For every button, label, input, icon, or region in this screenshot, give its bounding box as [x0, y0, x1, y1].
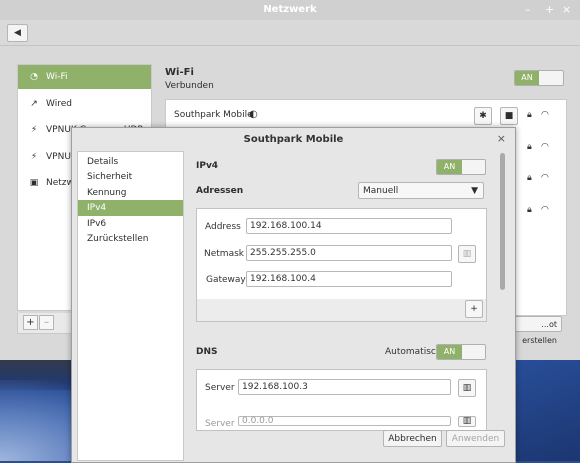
vpn-icon: ⚡ — [30, 152, 38, 162]
lock-icon: 🔒︎ — [527, 173, 532, 183]
add-address-button[interactable]: + — [465, 300, 483, 318]
dialog-scrollbar[interactable] — [499, 151, 507, 421]
stop-icon: ■ — [504, 111, 514, 121]
toggle-on-label: AN — [437, 345, 462, 359]
connection-dialog: Southpark Mobile × Details Sicherheit Ke… — [71, 127, 516, 463]
netmask-input[interactable]: 255.255.255.0 — [246, 245, 452, 261]
vpn-icon: ⚡ — [30, 125, 38, 135]
tools-icon: ✱ — [479, 111, 487, 121]
trash-icon: ▥ — [462, 383, 472, 393]
addresses-method-select[interactable]: Manuell ▼ — [358, 182, 484, 199]
dns-server-label: Server — [205, 383, 235, 393]
dns-server2-input[interactable]: 0.0.0.0 — [238, 416, 451, 426]
tab-identity[interactable]: Kennung — [78, 185, 183, 201]
delete-address-button[interactable]: ▥ — [458, 245, 476, 263]
gateway-input[interactable]: 192.168.100.4 — [246, 271, 452, 287]
dns-server-input[interactable]: 192.168.100.3 — [238, 379, 451, 395]
select-value: Manuell — [363, 186, 399, 196]
addresses-label: Adressen — [196, 186, 244, 196]
wifi-toggle[interactable]: AN — [514, 70, 564, 86]
dns-server2-label: Server — [205, 419, 235, 429]
connecting-spinner-icon: ◐ — [249, 109, 258, 120]
wifi-status: Verbunden — [165, 81, 214, 91]
toggle-on-label: AN — [515, 71, 539, 85]
minimize-button[interactable]: – — [525, 3, 531, 16]
dialog-tab-list: Details Sicherheit Kennung IPv4 IPv6 Zur… — [77, 151, 184, 461]
signal-icon: ◠ — [541, 205, 549, 215]
network-settings-button[interactable]: ✱ — [474, 107, 492, 125]
lock-icon: 🔒︎ — [527, 142, 532, 152]
lock-icon: 🔒︎ — [527, 205, 532, 215]
delete-dns-button[interactable]: ▥ — [458, 379, 476, 397]
sidebar-item-wifi[interactable]: ◔ Wi-Fi — [18, 65, 151, 89]
window-title: Netzwerk — [263, 4, 317, 15]
signal-icon: ◠ — [541, 173, 549, 183]
tab-security[interactable]: Sicherheit — [78, 169, 183, 185]
back-arrow-icon: ◀ — [14, 28, 21, 38]
toggle-on-label: AN — [437, 160, 462, 174]
wifi-icon: ◔ — [30, 72, 38, 82]
dns-auto-toggle[interactable]: AN — [436, 344, 486, 360]
ipv4-heading: IPv4 — [196, 161, 219, 171]
proxy-icon: ▣ — [29, 178, 39, 188]
lock-icon: 🔒︎ — [527, 110, 532, 120]
back-button[interactable]: ◀ — [7, 24, 28, 42]
delete-dns2-button[interactable]: ▥ — [458, 416, 476, 427]
chevron-down-icon: ▼ — [471, 186, 478, 196]
divider — [0, 45, 580, 46]
sidebar-item-label: Wi-Fi — [46, 72, 68, 82]
window-titlebar: Netzwerk – + × — [0, 0, 580, 20]
dns-heading: DNS — [196, 347, 218, 357]
tab-details[interactable]: Details — [78, 154, 183, 170]
signal-icon: ◠ — [541, 110, 549, 120]
wired-icon: ↗ — [30, 99, 38, 109]
signal-icon: ◠ — [541, 142, 549, 152]
maximize-button[interactable]: + — [545, 3, 554, 16]
network-name[interactable]: Southpark Mobile — [174, 110, 253, 120]
sidebar-item-wired[interactable]: ↗ Wired — [18, 92, 151, 116]
sidebar-item-label: Wired — [46, 99, 72, 109]
trash-icon: ▥ — [462, 249, 472, 259]
tab-reset[interactable]: Zurückstellen — [78, 231, 183, 247]
dialog-title: Southpark Mobile — [243, 134, 344, 145]
add-connection-button[interactable]: + — [23, 315, 38, 330]
address-input[interactable]: 192.168.100.14 — [246, 218, 452, 234]
cancel-button[interactable]: Abbrechen — [383, 430, 442, 447]
remove-connection-button[interactable]: – — [39, 315, 54, 330]
trash-icon: ▥ — [462, 416, 472, 426]
tab-ipv4[interactable]: IPv4 — [78, 200, 183, 216]
tab-ipv6[interactable]: IPv6 — [78, 216, 183, 232]
apply-button[interactable]: Anwenden — [446, 430, 505, 447]
netmask-label: Netmask — [204, 249, 244, 259]
close-button[interactable]: × — [562, 3, 571, 16]
dns-auto-label: Automatisch — [385, 347, 442, 357]
ipv4-toggle[interactable]: AN — [436, 159, 486, 175]
address-label: Address — [205, 222, 241, 232]
dialog-close-button[interactable]: × — [497, 132, 506, 145]
scrollbar-thumb[interactable] — [500, 153, 505, 290]
disconnect-button[interactable]: ■ — [500, 107, 518, 125]
wifi-heading: Wi-Fi — [165, 67, 194, 78]
gateway-label: Gateway — [206, 275, 246, 285]
